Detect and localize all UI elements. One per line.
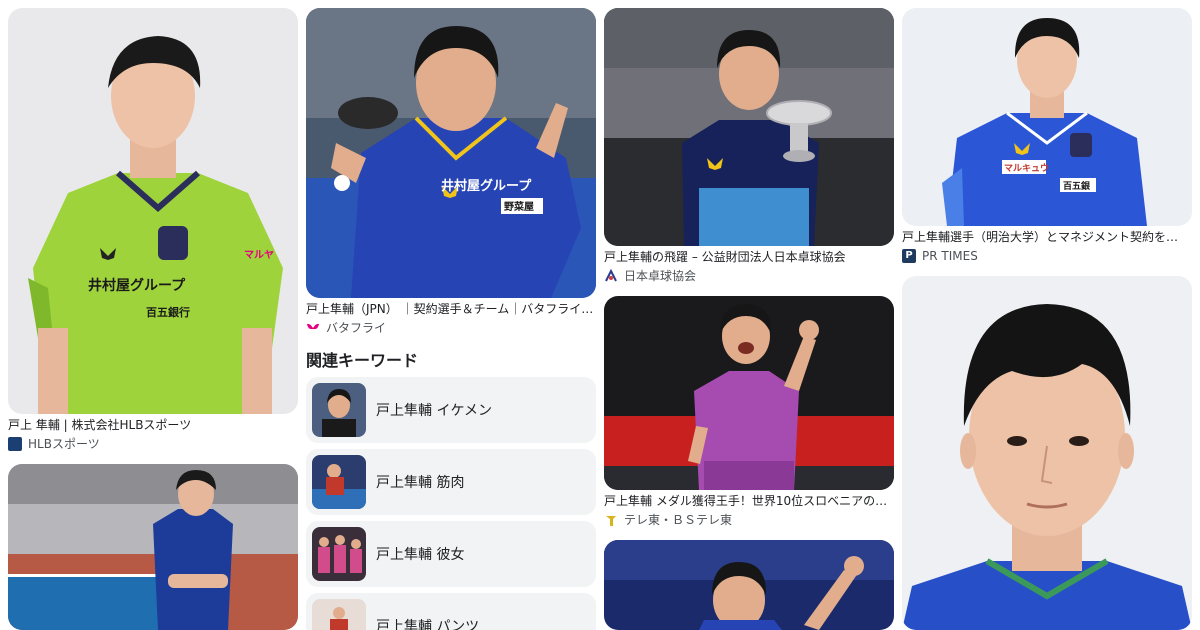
related-keyword-item[interactable]: 戸上隼輔 彼女: [306, 521, 596, 587]
source-name: 日本卓球協会: [624, 269, 697, 283]
sponsor-text: 百五銀: [1063, 180, 1090, 192]
image-results-grid: 井村屋グループ 百五銀行 マルヤ 戸上 隼輔 | 株式会社HLBスポーツ HLB…: [0, 0, 1200, 630]
keyword-label: 戸上隼輔 筋肉: [376, 475, 465, 491]
sponsor-text: 百五銀行: [146, 305, 190, 319]
keyword-thumbnail: [312, 599, 366, 630]
related-keyword-item[interactable]: 戸上隼輔 筋肉: [306, 449, 596, 515]
result-image[interactable]: [604, 296, 894, 490]
sponsor-text: 野菜屋: [504, 200, 534, 213]
source-name: PR TIMES: [922, 249, 978, 263]
result-caption[interactable]: 戸上隼輔選手（明治大学）とマネジメント契約を…: [902, 229, 1192, 245]
image-result-card[interactable]: 井村屋グループ 百五銀行 マルヤ 戸上 隼輔 | 株式会社HLBスポーツ HLB…: [8, 8, 298, 452]
related-keywords-heading: 関連キーワード: [306, 351, 419, 370]
related-keyword-item[interactable]: 戸上隼輔 イケメン: [306, 377, 596, 443]
result-image[interactable]: 井村屋グループ 百五銀行 マルヤ: [8, 8, 298, 414]
jersey-text: 井村屋グループ: [88, 277, 186, 294]
result-image[interactable]: マルキュウ 百五銀: [902, 8, 1192, 226]
result-source[interactable]: HLBスポーツ: [8, 436, 298, 452]
result-image[interactable]: [8, 464, 298, 630]
related-keyword-item[interactable]: 戸上隼輔 パンツ: [306, 593, 596, 630]
image-result-card[interactable]: 戸上隼輔 メダル獲得王手！世界10位スロベニアの… テレ東・ＢＳテレ東: [604, 296, 894, 528]
result-image[interactable]: [902, 276, 1192, 630]
keyword-label: 戸上隼輔 彼女: [376, 547, 465, 563]
tv-tokyo-logo-icon: [604, 513, 618, 527]
image-result-card[interactable]: 井村屋グループ 野菜屋 戸上隼輔（JPN） ｜契約選手＆チーム｜バタフライ… バ…: [306, 8, 596, 336]
image-result-card[interactable]: [902, 276, 1192, 630]
keyword-thumbnail: [312, 383, 366, 437]
result-source[interactable]: バタフライ: [306, 320, 596, 336]
source-name: HLBスポーツ: [28, 437, 100, 451]
pr-times-logo-icon: P: [902, 249, 916, 263]
result-image[interactable]: [604, 8, 894, 246]
keyword-label: 戸上隼輔 パンツ: [376, 619, 480, 630]
result-caption[interactable]: 戸上隼輔（JPN） ｜契約選手＆チーム｜バタフライ…: [306, 301, 596, 317]
source-name: テレ東・ＢＳテレ東: [624, 513, 733, 527]
result-source[interactable]: P PR TIMES: [902, 248, 1192, 264]
result-image[interactable]: 井村屋グループ 野菜屋: [306, 8, 596, 298]
result-source[interactable]: 日本卓球協会: [604, 268, 894, 284]
result-image[interactable]: [604, 540, 894, 630]
result-caption[interactable]: 戸上隼輔の飛躍 – 公益財団法人日本卓球協会: [604, 249, 894, 265]
keyword-thumbnail: [312, 527, 366, 581]
image-result-card[interactable]: [604, 540, 894, 630]
chest-text: マルキュウ: [1004, 163, 1049, 174]
result-caption[interactable]: 戸上隼輔 メダル獲得王手！世界10位スロベニアの…: [604, 493, 894, 509]
jtta-logo-icon: [604, 268, 618, 283]
image-result-card[interactable]: マルキュウ 百五銀 戸上隼輔選手（明治大学）とマネジメント契約を… P PR T…: [902, 8, 1192, 264]
image-result-card[interactable]: [8, 464, 298, 630]
sleeve-text: マルヤ: [244, 249, 274, 261]
result-caption[interactable]: 戸上 隼輔 | 株式会社HLBスポーツ: [8, 417, 298, 433]
keyword-label: 戸上隼輔 イケメン: [376, 403, 493, 419]
keyword-thumbnail: [312, 455, 366, 509]
source-name: バタフライ: [326, 321, 387, 335]
jersey-text: 井村屋グループ: [441, 178, 532, 194]
image-result-card[interactable]: 戸上隼輔の飛躍 – 公益財団法人日本卓球協会 日本卓球協会: [604, 8, 894, 284]
result-source[interactable]: テレ東・ＢＳテレ東: [604, 512, 894, 528]
butterfly-logo-icon: [306, 321, 320, 335]
hlb-logo-icon: [8, 437, 22, 451]
